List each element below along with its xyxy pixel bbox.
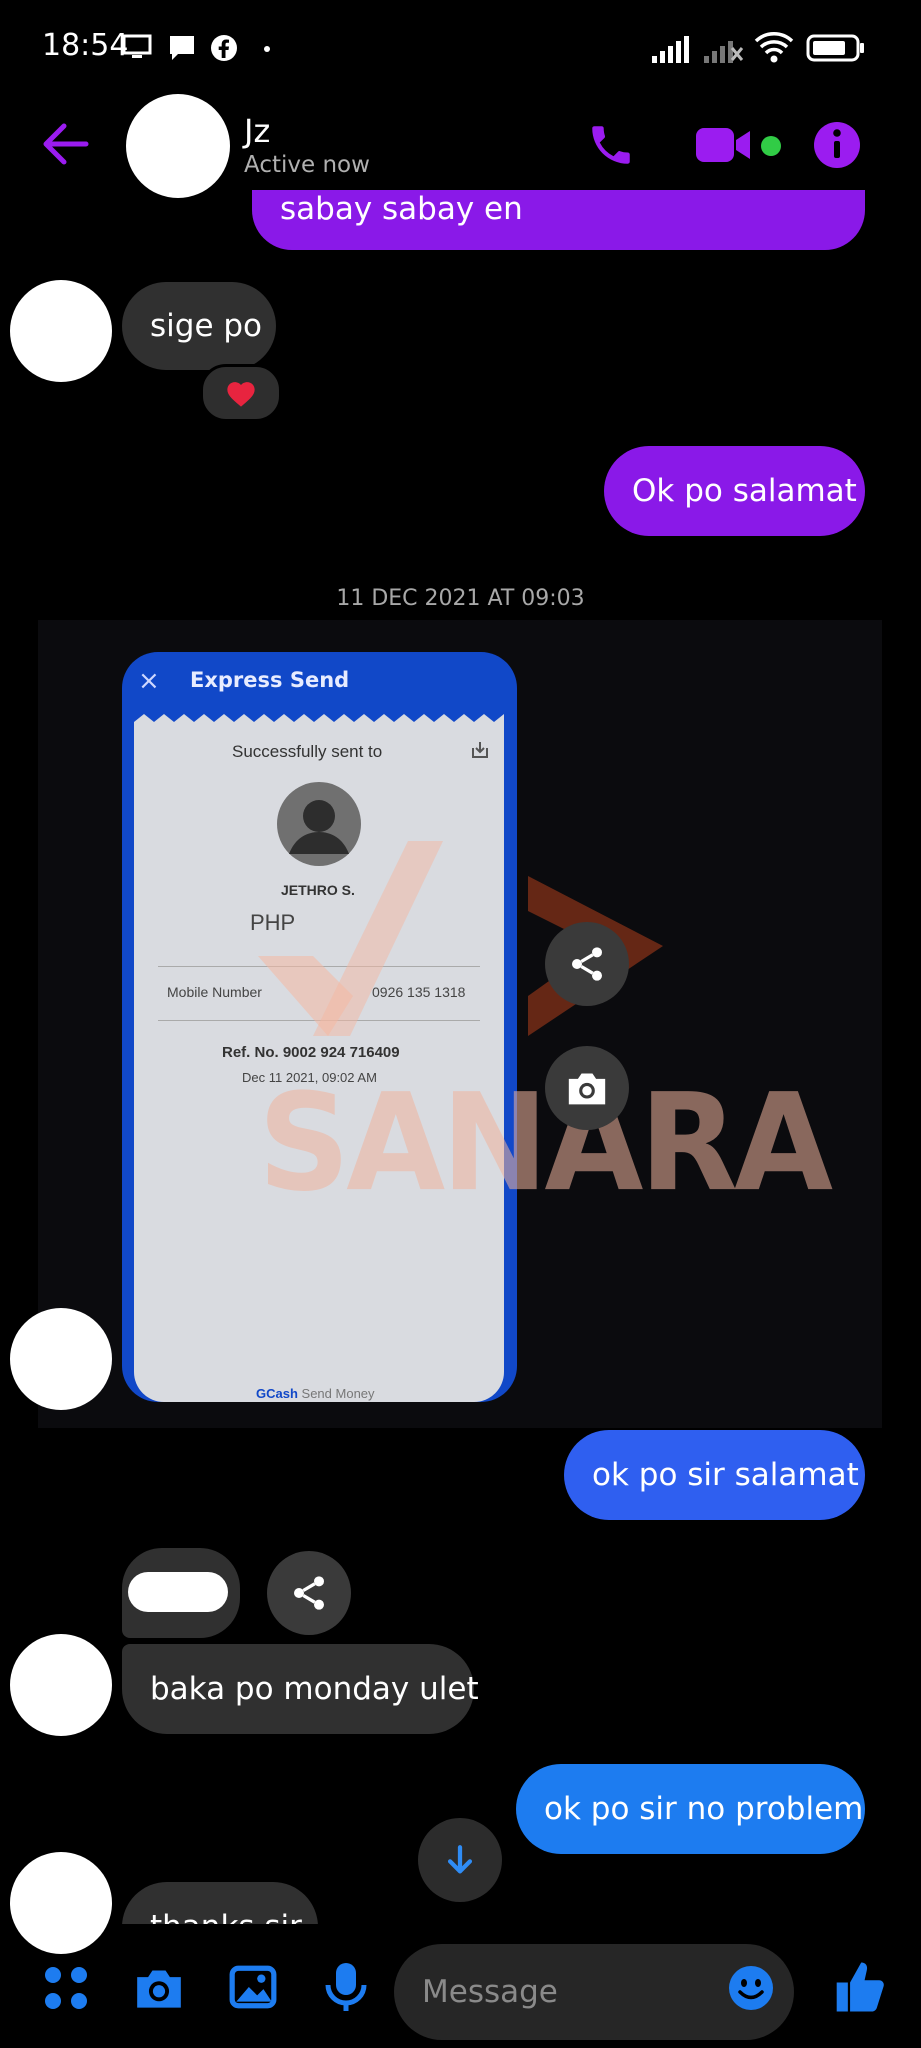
watermark-text: SANARA xyxy=(258,1065,833,1222)
save-image-button[interactable] xyxy=(545,1046,629,1130)
sender-avatar[interactable] xyxy=(10,1308,112,1410)
gcash-logo: GCash xyxy=(256,1386,298,1401)
message-text: sige po xyxy=(150,307,263,344)
message-outgoing[interactable]: Ok po salamat xyxy=(604,446,865,536)
active-status: Active now xyxy=(244,152,370,178)
message-text: thanks sir xyxy=(150,1912,302,1925)
share-button[interactable] xyxy=(267,1551,351,1635)
date-separator: 11 DEC 2021 AT 09:03 xyxy=(336,586,585,611)
receipt-zigzag xyxy=(134,714,504,730)
notification-dot xyxy=(264,46,270,52)
sender-avatar[interactable] xyxy=(10,1634,112,1736)
online-indicator xyxy=(761,136,781,156)
battery-icon xyxy=(806,34,864,62)
share-icon xyxy=(294,1576,324,1610)
message-text: baka po monday ulet xyxy=(150,1670,479,1707)
share-icon xyxy=(572,947,602,981)
download-icon xyxy=(472,742,488,758)
scroll-to-bottom-button[interactable] xyxy=(418,1818,502,1902)
back-arrow-icon[interactable] xyxy=(40,122,90,166)
contact-name[interactable]: Jz xyxy=(244,112,270,150)
signal-no-service-icon xyxy=(704,41,744,63)
message-incoming[interactable]: baka po monday ulet xyxy=(122,1644,479,1734)
message-outgoing[interactable]: sabay sabay en xyxy=(252,190,865,250)
contact-avatar[interactable] xyxy=(126,94,230,198)
camera-icon[interactable] xyxy=(132,1964,186,2012)
phone-call-icon[interactable] xyxy=(586,120,636,170)
microphone-icon[interactable] xyxy=(324,1960,368,2014)
heart-icon xyxy=(227,382,255,407)
receipt-sent-to: Successfully sent to xyxy=(232,742,383,761)
message-incoming[interactable]: thanks sir xyxy=(122,1882,318,1924)
emoji-icon[interactable] xyxy=(727,1964,775,2012)
facebook-icon xyxy=(211,35,237,61)
message-text: Ok po salamat xyxy=(632,472,857,509)
reaction-badge[interactable] xyxy=(200,364,282,422)
share-button[interactable] xyxy=(545,922,629,1006)
arrow-down-icon xyxy=(447,1845,473,1874)
wifi-icon xyxy=(754,32,794,63)
receipt-title: Express Send xyxy=(190,668,350,692)
screen-icon xyxy=(122,34,152,58)
message-text: ok po sir salamat xyxy=(592,1456,859,1493)
signal-icon xyxy=(652,36,689,63)
receipt-footer: GCash Send Money xyxy=(256,1386,375,1401)
apps-menu-icon[interactable] xyxy=(42,1964,90,2012)
video-call-icon[interactable] xyxy=(694,124,752,166)
message-outgoing[interactable]: ok po sir no problem xyxy=(516,1764,865,1854)
message-text: sabay sabay en xyxy=(280,191,523,227)
attachment-bubble[interactable] xyxy=(122,1548,240,1638)
gallery-icon[interactable] xyxy=(228,1962,278,2012)
like-thumb-icon[interactable] xyxy=(832,1958,886,2016)
attachment-preview xyxy=(128,1572,228,1612)
receipt-mobile-label: Mobile Number xyxy=(167,984,262,1000)
receipt-footer-text: Send Money xyxy=(301,1386,375,1401)
message-text: ok po sir no problem xyxy=(544,1790,864,1827)
status-time: 18:54 xyxy=(42,28,129,63)
sender-avatar[interactable] xyxy=(10,280,112,382)
message-outgoing[interactable]: ok po sir salamat xyxy=(564,1430,865,1520)
sender-avatar[interactable] xyxy=(10,1852,112,1954)
message-incoming[interactable]: sige po xyxy=(122,282,276,370)
camera-icon xyxy=(568,1073,606,1105)
message-placeholder: Message xyxy=(422,1974,558,2010)
info-icon[interactable] xyxy=(812,120,862,170)
receipt-close-icon: × xyxy=(138,666,160,696)
message-icon xyxy=(170,36,194,60)
